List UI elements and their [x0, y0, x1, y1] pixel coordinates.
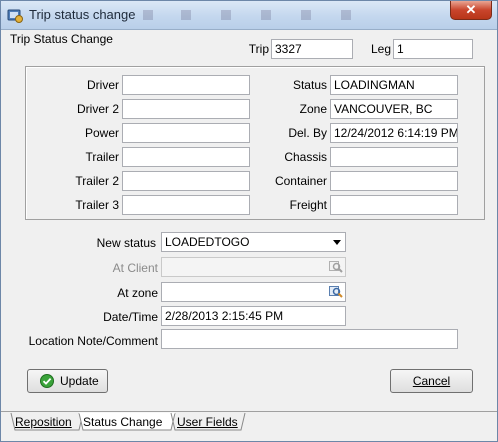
leg-field[interactable]: 1 [393, 39, 473, 59]
zone-field[interactable]: VANCOUVER, BC [330, 99, 458, 119]
leg-label: Leg [370, 42, 391, 56]
trip-info-group: Driver Driver 2 Power Trailer Trailer 2 … [25, 66, 485, 220]
title-bar[interactable]: Trip status change ✕ [1, 1, 497, 30]
del-by-label: Del. By [288, 126, 327, 140]
container-field[interactable] [330, 171, 458, 191]
container-label: Container [274, 174, 327, 188]
new-status-value: LOADEDTOGO [165, 235, 250, 249]
toolbar-ghost-icons [143, 10, 351, 20]
new-status-label: New status [96, 236, 156, 250]
section-title: Trip Status Change [10, 32, 113, 46]
trailer3-label: Trailer 3 [75, 198, 119, 212]
tab-status-change[interactable]: Status Change [83, 414, 162, 431]
driver-label: Driver [87, 78, 119, 92]
trip-field[interactable]: 3327 [271, 39, 353, 59]
freight-field[interactable] [330, 195, 458, 215]
tab-reposition[interactable]: Reposition [15, 414, 72, 431]
location-note-field[interactable] [161, 329, 458, 349]
app-icon [7, 7, 23, 23]
window-title: Trip status change [29, 7, 136, 22]
at-client-label: At Client [112, 261, 158, 275]
location-note-label: Location Note/Comment [28, 334, 158, 348]
trailer2-label: Trailer 2 [75, 174, 119, 188]
status-field[interactable]: LOADINGMAN [330, 75, 458, 95]
at-client-field [161, 257, 346, 277]
trailer-label: Trailer [85, 150, 119, 164]
dialog-window: Trip status change ✕ Trip Status Change … [0, 0, 498, 442]
tab-strip: Reposition Status Change User Fields [1, 411, 497, 441]
new-status-select[interactable]: LOADEDTOGO [161, 232, 346, 252]
trip-label: Trip [248, 42, 269, 56]
at-zone-field[interactable] [161, 282, 346, 302]
zone-label: Zone [299, 102, 327, 116]
trailer2-field[interactable] [122, 171, 250, 191]
power-label: Power [84, 126, 119, 140]
driver-field[interactable] [122, 75, 250, 95]
trailer3-field[interactable] [122, 195, 250, 215]
cancel-button[interactable]: Cancel [390, 369, 473, 393]
status-label: Status [292, 78, 327, 92]
driver2-label: Driver 2 [76, 102, 119, 116]
update-button[interactable]: Update [27, 369, 108, 393]
at-zone-lookup-icon[interactable] [329, 285, 343, 299]
date-time-label: Date/Time [103, 310, 158, 324]
chassis-label: Chassis [284, 150, 327, 164]
update-label: Update [60, 374, 99, 388]
cancel-label: Cancel [412, 374, 451, 388]
trailer-field[interactable] [122, 147, 250, 167]
date-time-field[interactable]: 2/28/2013 2:15:45 PM [161, 306, 346, 326]
close-icon: ✕ [465, 2, 477, 17]
del-by-field[interactable]: 12/24/2012 6:14:19 PM [330, 123, 458, 143]
tab-user-fields[interactable]: User Fields [177, 414, 238, 431]
chevron-down-icon [333, 240, 341, 245]
at-client-lookup-icon [329, 261, 343, 273]
form-panel: Trip Status Change Trip 3327 Leg 1 Drive… [7, 30, 491, 411]
at-zone-label: At zone [117, 286, 158, 300]
power-field[interactable] [122, 123, 250, 143]
driver2-field[interactable] [122, 99, 250, 119]
close-button[interactable]: ✕ [450, 1, 492, 20]
freight-label: Freight [289, 198, 327, 212]
checkmark-icon [40, 374, 54, 388]
chassis-field[interactable] [330, 147, 458, 167]
